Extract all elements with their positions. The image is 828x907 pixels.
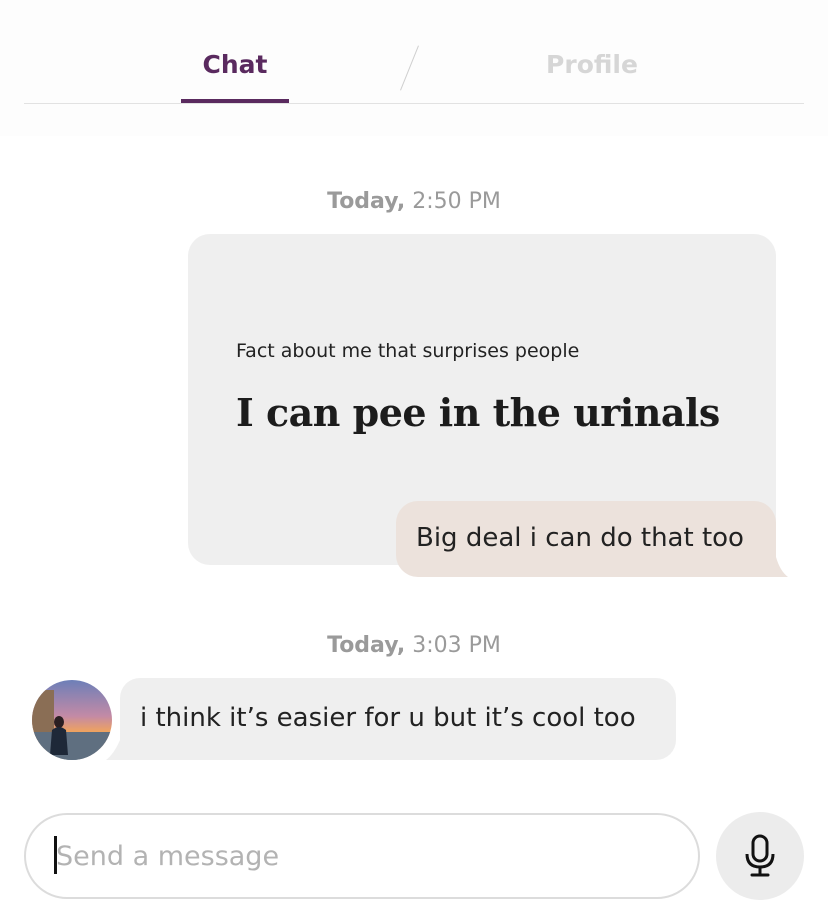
- tab-bar: Chat Profile: [0, 0, 828, 136]
- incoming-message-text: i think it’s easier for u but it’s cool …: [140, 703, 636, 733]
- prompt-answer: I can pee in the urinals: [236, 390, 720, 435]
- text-cursor: [54, 836, 57, 874]
- microphone-icon: [745, 834, 775, 877]
- outgoing-bubble-tail: [766, 557, 788, 577]
- incoming-bubble-tail: [106, 740, 126, 760]
- microphone-button[interactable]: [716, 812, 804, 900]
- outgoing-message-bubble[interactable]: Big deal i can do that too: [396, 501, 776, 577]
- outgoing-message-text: Big deal i can do that too: [416, 523, 744, 553]
- timestamp-day: Today,: [327, 189, 406, 214]
- avatar[interactable]: [32, 680, 112, 760]
- message-input[interactable]: [24, 813, 700, 899]
- tab-chat[interactable]: Chat: [181, 50, 289, 79]
- tab-divider: [400, 45, 419, 91]
- timestamp-time: 2:50 PM: [412, 189, 501, 214]
- incoming-message-bubble[interactable]: i think it’s easier for u but it’s cool …: [120, 678, 676, 760]
- timestamp: Today, 2:50 PM: [0, 189, 828, 214]
- timestamp-day: Today,: [327, 633, 406, 658]
- timestamp: Today, 3:03 PM: [0, 633, 828, 658]
- prompt-question: Fact about me that surprises people: [236, 340, 580, 362]
- tab-profile[interactable]: Profile: [530, 50, 654, 79]
- timestamp-time: 3:03 PM: [412, 633, 501, 658]
- tab-bar-divider: [24, 103, 804, 104]
- composer: [0, 765, 828, 907]
